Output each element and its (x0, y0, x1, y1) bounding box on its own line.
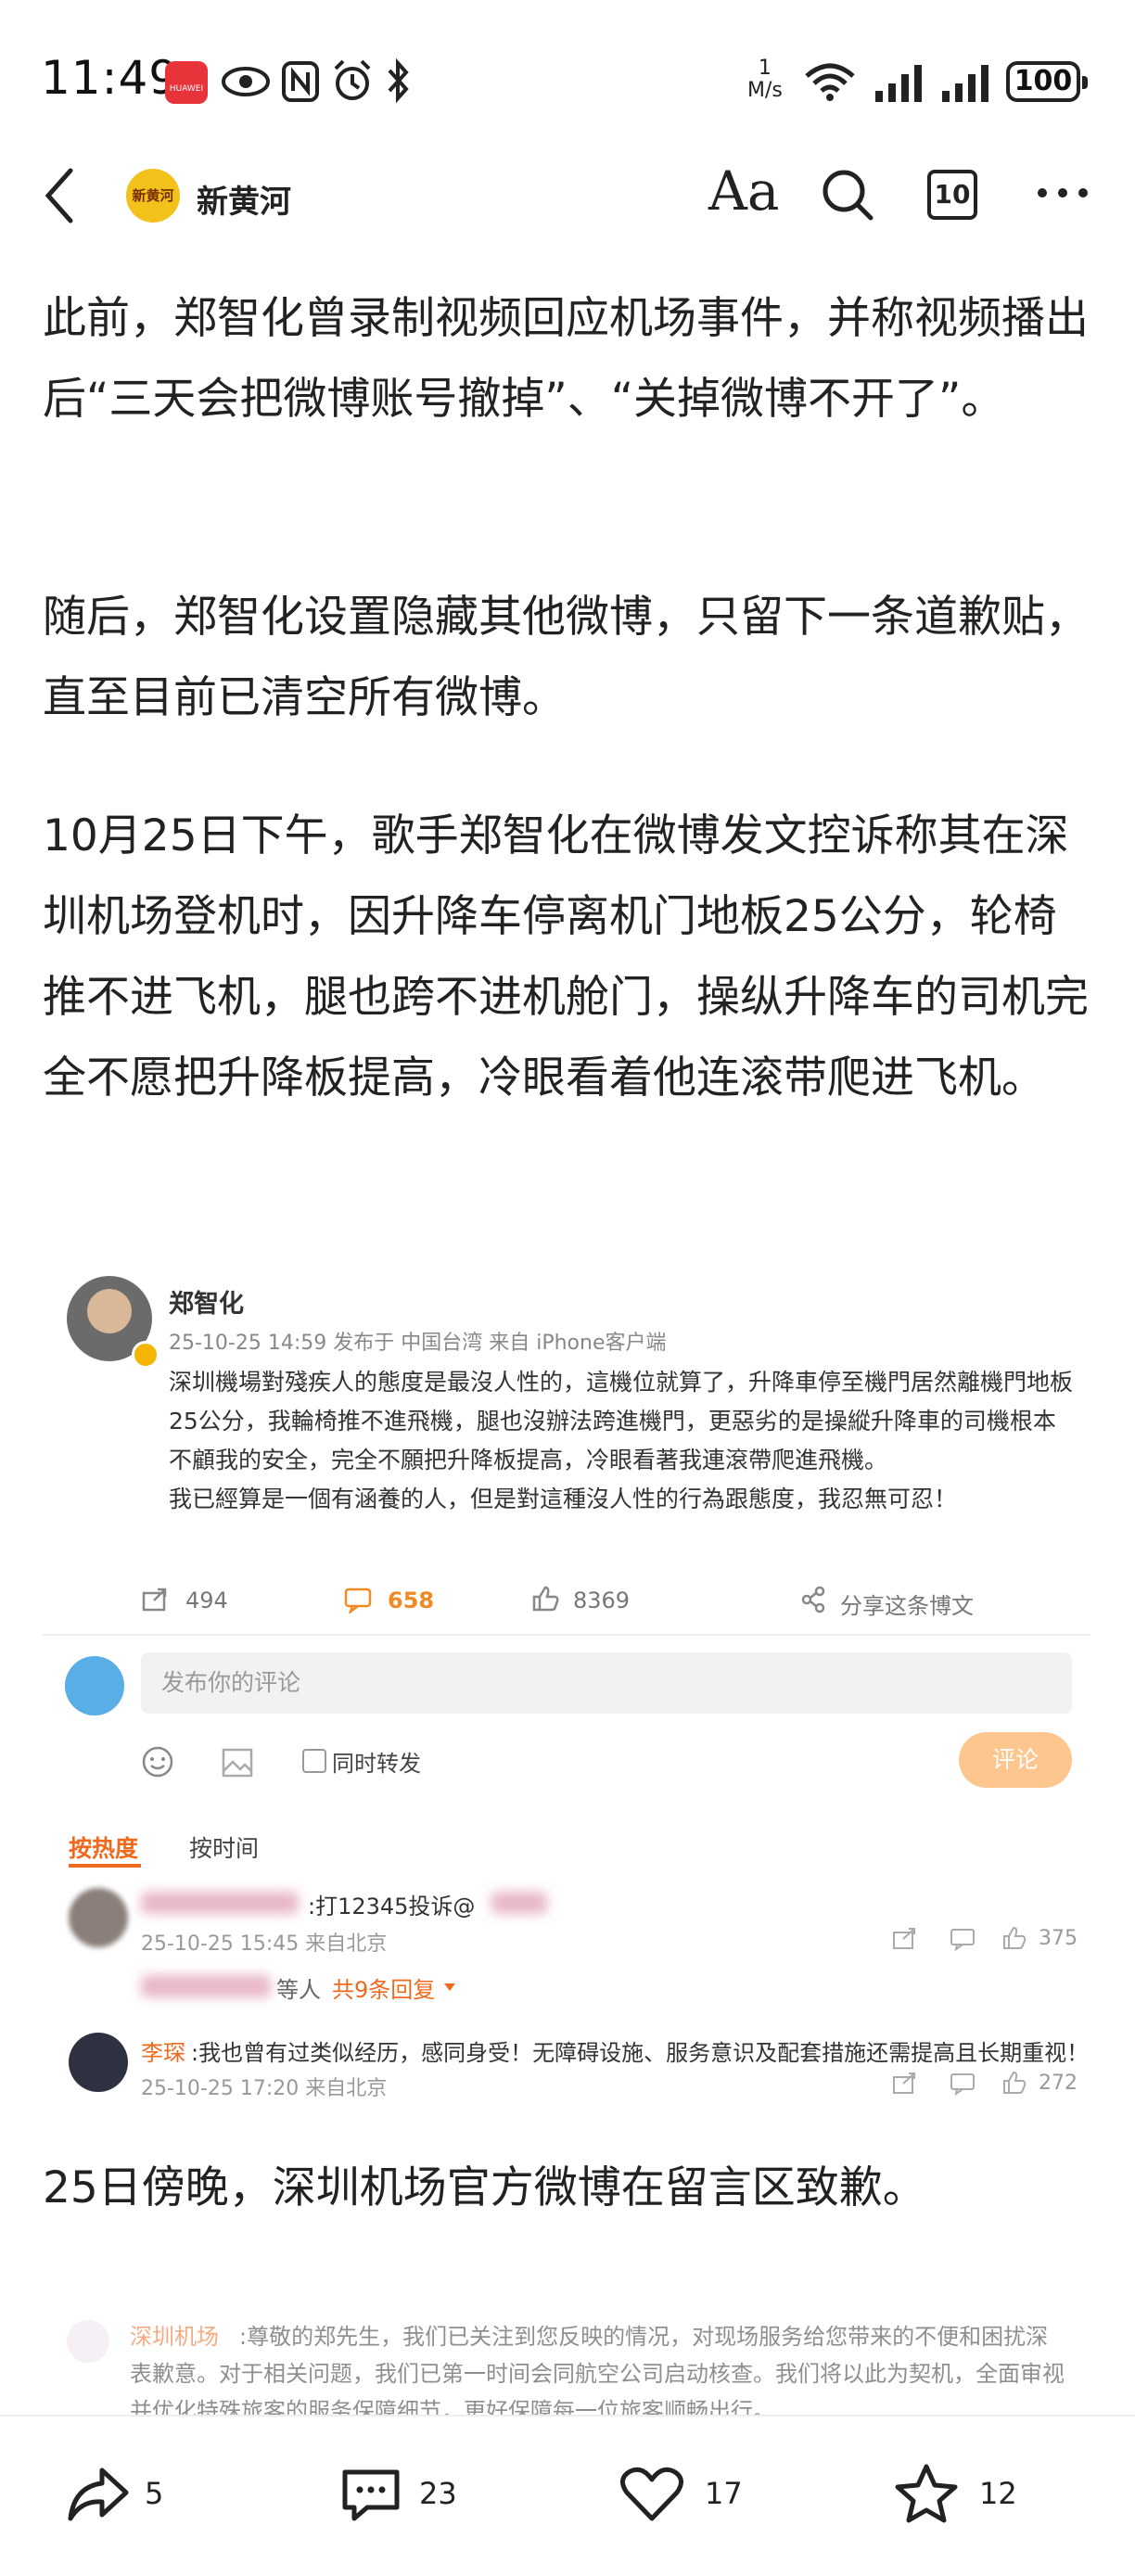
blurred-replier (141, 1975, 271, 1997)
like-icon (532, 1586, 559, 1612)
airport-avatar (67, 2320, 109, 2363)
weibo-text-1: 深圳機場對殘疾人的態度是最沒人性的，這機位就算了，升降車停至機門居然離機門地板2… (169, 1369, 1074, 1473)
sort-by-hot: 按热度 (69, 1835, 139, 1862)
comment-reply-icon (950, 2073, 975, 2096)
image-icon (222, 1748, 253, 1778)
eye-icon (222, 67, 270, 96)
sort-underline (69, 1864, 141, 1868)
comment-input: 发布你的评论 (141, 1652, 1072, 1714)
comment-username: 李琛 (141, 2040, 185, 2066)
comment-count[interactable]: 23 (419, 2476, 457, 2511)
divider (43, 1634, 1090, 1636)
comment-icon (344, 1588, 372, 1613)
comment-text: :打12345投诉@ (308, 1894, 476, 1919)
repost-checkbox-label: 同时转发 (332, 1751, 421, 1777)
huawei-app-icon: HUAWEI (165, 61, 208, 104)
comment-like-icon (1003, 1926, 1027, 1949)
font-size-button[interactable]: Aa (708, 159, 779, 223)
repost-checkbox (302, 1749, 326, 1773)
repost-count: 494 (185, 1588, 228, 1613)
comment-text: :我也曾有过类似经历，感同身受！无障碍设施、服务意识及配套措施还需提高且长期重视… (191, 2040, 1090, 2066)
reply-link: 共9条回复 (332, 1977, 436, 2003)
airport-reply-text-2: 表歉意。对于相关问题，我们已第一时间会同航空公司启动核查。我们将以此为契机，全面… (130, 2361, 1065, 2387)
share-icon[interactable] (65, 2465, 130, 2524)
comment-count-button[interactable]: 10 (927, 170, 977, 220)
comment-icon[interactable] (339, 2465, 402, 2524)
comment-reply-icon (950, 1929, 975, 1951)
weibo-text: 深圳機場對殘疾人的態度是最沒人性的，這機位就算了，升降車停至機門居然離機門地板2… (169, 1363, 1078, 1519)
article-paragraph-2: 随后，郑智化设置隐藏其他微博，只留下一条道歉贴，直至目前已清空所有微博。 (43, 592, 1089, 723)
like-count[interactable]: 17 (705, 2476, 743, 2511)
article-paragraph-4: 25日傍晚，深圳机场官方微博在留言区致歉。 (43, 2162, 926, 2213)
signal-icon-1 (875, 65, 922, 102)
network-speed-unit: M/s (747, 79, 783, 102)
airport-reply-text-1: :尊敬的郑先生，我们已关注到您反映的情况，对现场服务给您带来的不便和困扰深 (239, 2324, 1049, 2350)
brand-name[interactable]: 新黄河 (197, 176, 291, 222)
post-comment-button: 评论 (959, 1732, 1072, 1788)
comment-repost-icon (893, 1928, 915, 1949)
weibo-meta: 25-10-25 14:59 发布于 中国台湾 来自 iPhone客户端 (169, 1332, 667, 1355)
share-label: 分享这条博文 (840, 1593, 974, 1619)
emoji-icon (142, 1746, 173, 1778)
sort-by-time: 按时间 (189, 1835, 260, 1862)
comment-meta: 25-10-25 17:20 来自北京 (141, 2077, 388, 2100)
star-icon[interactable] (894, 2463, 959, 2524)
reply-prefix: 等人 (276, 1977, 321, 2003)
more-icon[interactable] (1035, 185, 1090, 200)
weibo-username: 郑智化 (169, 1290, 244, 1319)
alarm-icon (334, 59, 371, 100)
comment-avatar (69, 2033, 128, 2092)
battery-indicator: 100 (1006, 61, 1088, 102)
status-time: 11:49 (41, 51, 180, 105)
share-icon (801, 1586, 825, 1613)
signal-icon-2 (942, 65, 988, 102)
comment-count: 658 (388, 1588, 435, 1613)
like-count: 8369 (573, 1588, 631, 1613)
status-bar: 11:49 HUAWEI 1 M/s 100 (0, 0, 1135, 158)
comment-like-count: 272 (1039, 2072, 1078, 2095)
network-speed: 1 M/s (747, 57, 783, 102)
airport-reply-screenshot: 深圳机场 :尊敬的郑先生，我们已关注到您反映的情况，对现场服务给您带来的不便和困… (0, 2300, 1135, 2424)
caret-down-icon (444, 1983, 455, 1991)
comment-repost-icon (893, 2072, 915, 2094)
bottom-action-bar: 5 23 17 12 (0, 2415, 1135, 2576)
network-speed-value: 1 (758, 57, 772, 80)
comment-avatar (69, 1888, 128, 1947)
verified-badge-icon (132, 1341, 159, 1369)
heart-icon[interactable] (619, 2465, 684, 2524)
article-paragraph-3: 10月25日下午，歌手郑智化在微博发文控诉称其在深圳机场登机时，因升降车停离机门… (43, 810, 1089, 1103)
brand-logo[interactable]: 新黄河 (126, 169, 180, 223)
article-paragraph-1: 此前，郑智化曾录制视频回应机场事件，并称视频播出后“三天会把微博账号撤掉”、“关… (43, 293, 1089, 425)
comment-meta: 25-10-25 15:45 来自北京 (141, 1932, 388, 1956)
repost-icon (142, 1588, 167, 1612)
share-count[interactable]: 5 (145, 2476, 163, 2511)
favorite-count[interactable]: 12 (979, 2476, 1017, 2511)
weibo-text-2: 我已經算是一個有涵養的人，但是對這種沒人性的行為跟態度，我忍無可忍！ (169, 1486, 958, 1512)
airport-username: 深圳机场 (130, 2324, 219, 2350)
back-icon[interactable] (41, 165, 78, 226)
blurred-username (141, 1892, 299, 1914)
search-icon[interactable] (820, 167, 875, 223)
nfc-icon (282, 61, 319, 102)
comment-user-avatar (65, 1656, 124, 1715)
comment-like-icon (1003, 2071, 1027, 2094)
bluetooth-icon (388, 57, 409, 104)
wifi-icon (805, 63, 855, 101)
blurred-mention (491, 1892, 547, 1914)
comment-like-count: 375 (1039, 1927, 1078, 1950)
